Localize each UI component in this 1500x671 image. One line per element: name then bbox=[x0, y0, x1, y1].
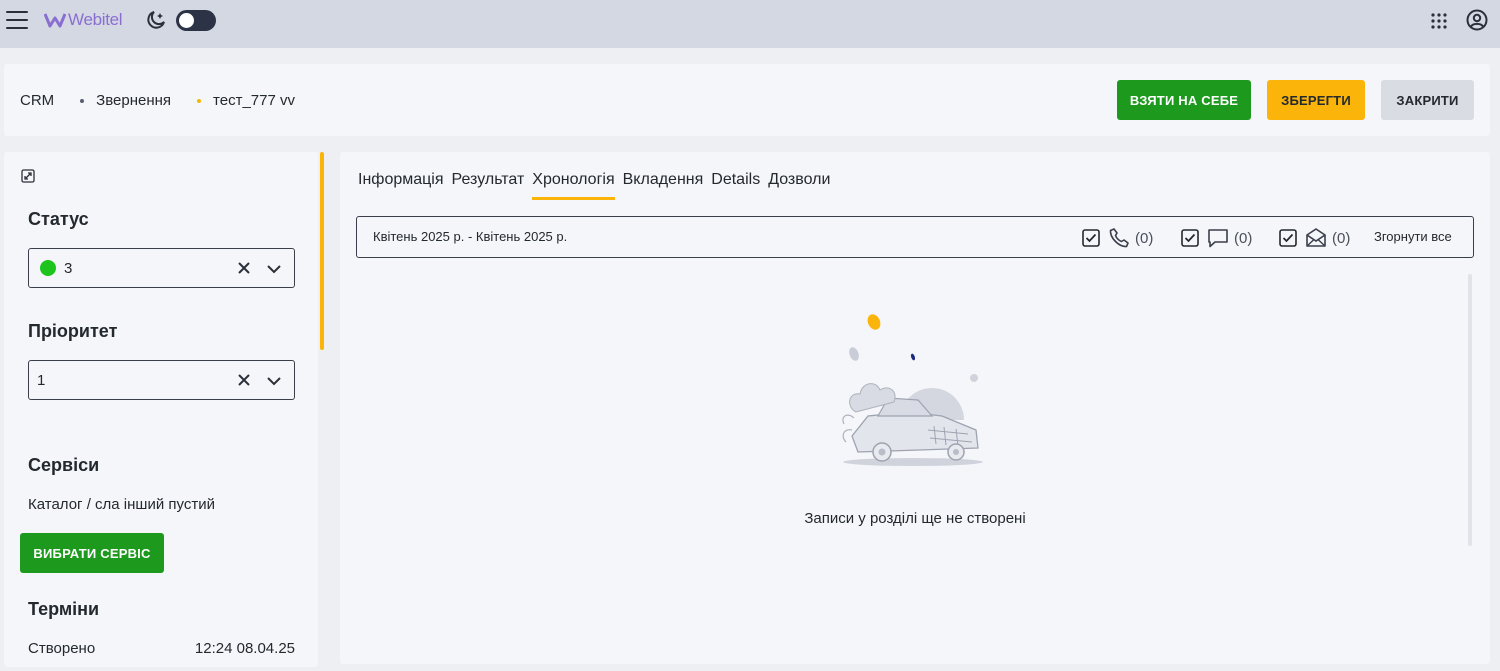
checkbox-checked-icon[interactable] bbox=[1279, 229, 1297, 247]
left-panel-scrollbar[interactable] bbox=[320, 152, 324, 350]
chat-icon bbox=[1208, 229, 1228, 248]
terms-title: Терміни bbox=[28, 599, 100, 619]
take-button[interactable]: ВЗЯТИ НА СЕБЕ bbox=[1117, 80, 1251, 120]
clear-icon[interactable] bbox=[236, 260, 252, 276]
menu-icon[interactable] bbox=[6, 11, 28, 29]
tabs: Інформація Результат Хронологія Вкладенн… bbox=[358, 170, 838, 200]
collapse-all-link[interactable]: Згорнути все bbox=[1374, 229, 1452, 244]
webitel-logo[interactable]: Webitel bbox=[44, 9, 123, 31]
tab-chronology[interactable]: Хронологія bbox=[532, 170, 615, 200]
chevron-down-icon[interactable] bbox=[266, 373, 282, 389]
close-button[interactable]: ЗАКРИТИ bbox=[1381, 80, 1474, 120]
theme-toggle[interactable] bbox=[176, 10, 216, 31]
service-path: Каталог / сла інший пустий bbox=[28, 496, 215, 513]
status-select[interactable]: 3 bbox=[28, 248, 295, 288]
empty-state-text: Записи у розділі ще не створені bbox=[804, 510, 1026, 527]
checkbox-checked-icon[interactable] bbox=[1181, 229, 1199, 247]
apps-grid-icon[interactable] bbox=[1430, 12, 1448, 30]
calls-count: (0) bbox=[1135, 229, 1154, 247]
status-title: Статус bbox=[28, 209, 89, 229]
tab-information[interactable]: Інформація bbox=[358, 170, 444, 200]
webitel-logo-icon bbox=[44, 13, 66, 28]
calls-filter: (0) bbox=[1082, 227, 1153, 249]
phone-icon bbox=[1109, 228, 1129, 248]
empty-state-car-icon bbox=[842, 314, 983, 466]
main-panel: Інформація Результат Хронологія Вкладенн… bbox=[340, 152, 1490, 664]
breadcrumb: CRM Звернення тест_777 vv bbox=[20, 92, 295, 109]
timeline-scrollbar[interactable] bbox=[1468, 274, 1472, 546]
emails-count: (0) bbox=[1332, 229, 1351, 247]
save-button[interactable]: ЗБЕРЕГТИ bbox=[1267, 80, 1365, 120]
select-service-button[interactable]: ВИБРАТИ СЕРВІС bbox=[20, 533, 164, 573]
date-range[interactable]: Квітень 2025 р. - Квітень 2025 р. bbox=[373, 229, 567, 244]
account-icon[interactable] bbox=[1466, 9, 1488, 31]
checkbox-checked-icon[interactable] bbox=[1082, 229, 1100, 247]
emails-filter: (0) bbox=[1279, 227, 1350, 249]
logo-text: Webitel bbox=[68, 10, 123, 29]
tab-result[interactable]: Результат bbox=[452, 170, 525, 200]
tab-permissions[interactable]: Дозволи bbox=[768, 170, 830, 200]
email-icon bbox=[1306, 228, 1326, 247]
created-row: Створено 12:24 08.04.25 bbox=[28, 640, 295, 657]
breadcrumb-crm[interactable]: CRM bbox=[20, 92, 54, 109]
chats-filter: (0) bbox=[1181, 227, 1252, 249]
breadcrumb-separator bbox=[80, 98, 85, 103]
priority-value: 1 bbox=[37, 371, 46, 389]
services-title: Сервіси bbox=[28, 455, 100, 475]
breadcrumb-requests[interactable]: Звернення bbox=[96, 92, 171, 109]
tab-attachments[interactable]: Вкладення bbox=[623, 170, 704, 200]
top-bar: Webitel bbox=[0, 0, 1500, 48]
breadcrumb-separator bbox=[197, 98, 202, 103]
breadcrumb-current: тест_777 vv bbox=[213, 92, 295, 109]
timeline-filter-bar: Квітень 2025 р. - Квітень 2025 р. (0) (0… bbox=[356, 216, 1474, 258]
night-mode-icon bbox=[147, 11, 165, 29]
chevron-down-icon[interactable] bbox=[266, 261, 282, 277]
chats-count: (0) bbox=[1234, 229, 1253, 247]
tab-details[interactable]: Details bbox=[711, 170, 760, 200]
priority-title: Пріоритет bbox=[28, 321, 118, 341]
priority-select[interactable]: 1 bbox=[28, 360, 295, 400]
status-color-dot bbox=[40, 260, 56, 276]
clear-icon[interactable] bbox=[236, 372, 252, 388]
created-label: Створено bbox=[28, 640, 96, 657]
page-header: CRM Звернення тест_777 vv ВЗЯТИ НА СЕБЕ … bbox=[4, 64, 1490, 136]
created-value: 12:24 08.04.25 bbox=[194, 640, 295, 657]
collapse-panel-icon[interactable] bbox=[21, 169, 35, 183]
status-value: 3 bbox=[64, 259, 73, 277]
left-panel: Статус 3 Пріоритет 1 Сервіси Каталог / с… bbox=[4, 152, 318, 667]
